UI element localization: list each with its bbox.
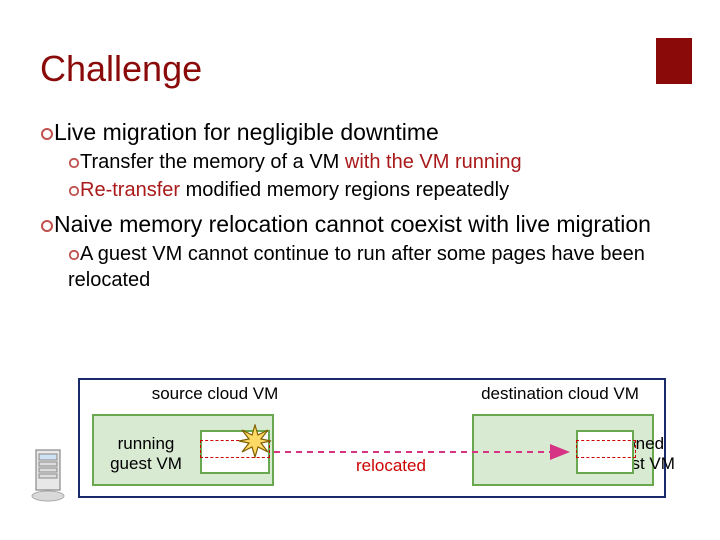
bullet-text: Live migration for negligible downtime	[54, 119, 439, 145]
bullet-text-part: modified memory regions repeatedly	[180, 179, 509, 201]
hollow-circle-icon	[68, 179, 80, 204]
bullet-text: A guest VM cannot continue to run after …	[68, 243, 645, 291]
hollow-circle-icon	[40, 119, 54, 148]
running-guest-label: runningguest VM	[98, 434, 194, 475]
explosion-icon	[238, 424, 272, 458]
bullet-naive-relocation: Naive memory relocation cannot coexist w…	[40, 210, 680, 240]
hollow-circle-icon	[68, 243, 80, 268]
bullet-text-emphasis: with the VM running	[345, 151, 522, 173]
source-vm-label: source cloud VM	[124, 384, 306, 404]
content-area: Live migration for negligible downtime T…	[40, 112, 680, 295]
bullet-text-emphasis: Re-transfer	[80, 179, 180, 201]
bullet-guest-vm-issue: A guest VM cannot continue to run after …	[68, 242, 680, 293]
dest-vm-label: destination cloud VM	[460, 384, 660, 404]
slide-title: Challenge	[40, 48, 202, 90]
bullet-text-part: Transfer the memory of a VM	[80, 151, 345, 173]
dest-relocated-stripe	[576, 440, 636, 458]
hollow-circle-icon	[40, 211, 54, 240]
accent-block	[656, 38, 692, 84]
bullet-transfer-memory: Transfer the memory of a VM with the VM …	[68, 150, 680, 176]
migration-diagram: source cloud VM destination cloud VM run…	[40, 378, 680, 506]
bullet-retransfer: Re-transfer modified memory regions repe…	[68, 178, 680, 204]
bullet-text: Naive memory relocation cannot coexist w…	[54, 211, 651, 237]
bullet-live-migration: Live migration for negligible downtime	[40, 118, 680, 148]
hollow-circle-icon	[68, 151, 80, 176]
relocated-label: relocated	[356, 456, 426, 476]
server-icon	[30, 448, 72, 504]
